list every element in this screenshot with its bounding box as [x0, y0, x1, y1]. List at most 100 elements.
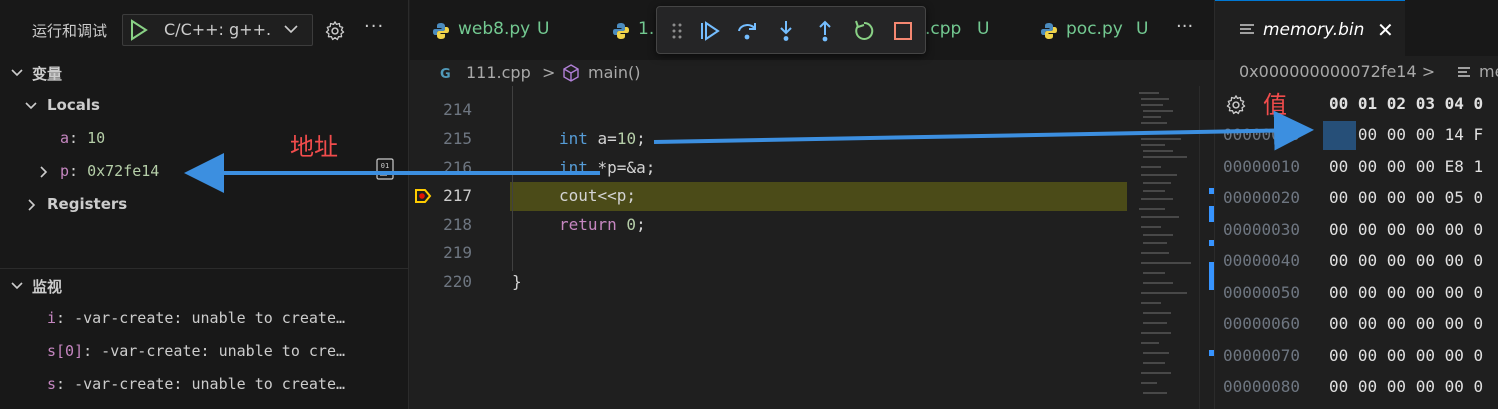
gear-icon[interactable]	[1225, 94, 1247, 116]
memory-tab-strip: memory.bin ✕	[1215, 0, 1498, 56]
watch-expression-name: i	[47, 309, 57, 327]
variable-row[interactable]: p: 0x72fe14	[0, 158, 409, 186]
ruler-mark	[1209, 262, 1214, 290]
tab-web8-py[interactable]: web8.py U	[410, 0, 590, 60]
memory-row[interactable]: 00000050 00 00 00 00 00 0	[1215, 278, 1498, 308]
drag-handle-icon[interactable]	[671, 19, 683, 43]
python-file-icon	[1041, 23, 1057, 39]
tab-cpp-file[interactable]: .cpp U	[925, 0, 1015, 60]
tab-label: poc.py	[1066, 19, 1123, 39]
step-over-icon[interactable]	[735, 19, 759, 43]
view-binary-data-icon[interactable]: 01	[376, 158, 394, 180]
code-line[interactable]: 216 int *p=&a;	[410, 154, 1140, 183]
chevron-down-icon	[11, 69, 23, 77]
code-token: return	[559, 215, 617, 234]
memory-row-address: 00000060	[1223, 314, 1301, 333]
memory-row[interactable]: 00000020 00 00 00 00 05 0	[1215, 183, 1498, 213]
memory-row-address: 00000080	[1223, 377, 1301, 396]
watch-section-header[interactable]: 监视	[0, 273, 409, 299]
minimap[interactable]	[1135, 86, 1197, 409]
vertical-scrollbar[interactable]	[1199, 86, 1213, 409]
memory-row-bytes: 00 00 00 00 00 0	[1329, 283, 1484, 302]
code-token: 0	[616, 215, 637, 234]
variable-separator: :	[69, 162, 88, 180]
more-actions-icon[interactable]: ···	[1176, 16, 1193, 37]
tab-label: web8.py	[458, 19, 531, 39]
breadcrumb: G 111.cpp > main()	[410, 60, 1214, 86]
memory-breadcrumb-address[interactable]: 0x000000000072fe14 >	[1239, 62, 1435, 81]
memory-row[interactable]: 00000030 00 00 00 00 00 0	[1215, 215, 1498, 245]
variable-row[interactable]: a: 10	[0, 125, 409, 153]
memory-row-address: 00000030	[1223, 220, 1301, 239]
memory-row-address: 00000050	[1223, 283, 1301, 302]
code-line[interactable]: 215 int a=10;	[410, 125, 1140, 154]
restart-icon[interactable]	[852, 19, 876, 43]
stop-icon[interactable]	[891, 19, 915, 43]
variable-name: a	[60, 129, 70, 147]
memory-breadcrumb-next[interactable]: me	[1479, 62, 1498, 81]
start-debugging-icon[interactable]	[124, 16, 152, 44]
tree-node-registers[interactable]: Registers	[0, 191, 409, 219]
memory-column-header: 00 01 02 03 04 0	[1329, 94, 1484, 113]
gear-icon[interactable]	[324, 20, 346, 42]
tab-label: memory.bin	[1263, 20, 1365, 40]
code-line[interactable]: 218 return 0;	[410, 211, 1140, 240]
memory-row[interactable]: 00000040 00 00 00 00 00 0	[1215, 246, 1498, 276]
svg-text:G: G	[440, 67, 451, 81]
code-line[interactable]: 220 }	[410, 268, 1140, 297]
address-annotation: 地址	[290, 133, 338, 161]
continue-icon[interactable]	[697, 19, 721, 43]
tree-node-locals[interactable]: Locals	[0, 92, 409, 120]
symbol-method-icon	[563, 64, 579, 82]
variables-section-header[interactable]: 变量	[0, 60, 409, 86]
chevron-down-icon	[25, 102, 37, 110]
code-line[interactable]: 214	[410, 96, 1140, 125]
variable-name: p	[60, 162, 70, 180]
watch-expression-row[interactable]: i: -var-create: unable to create…	[0, 305, 409, 333]
cpp-file-icon: G	[440, 67, 451, 81]
memory-row[interactable]: 00000060 00 00 00 00 00 0	[1215, 309, 1498, 339]
breadcrumb-file[interactable]: 111.cpp	[466, 63, 531, 82]
chevron-right-icon	[28, 199, 36, 211]
watch-expression-value: : -var-create: unable to create…	[56, 375, 346, 393]
chevron-down-icon[interactable]	[282, 22, 300, 36]
value-annotation: 值	[1263, 91, 1287, 119]
run-debug-title: 运行和调试	[32, 22, 108, 40]
code-line[interactable]: 219	[410, 239, 1140, 268]
tab-label: 1.	[638, 19, 655, 39]
code-text: }	[512, 272, 522, 291]
code-text: cout<<p;	[559, 186, 637, 205]
step-out-icon[interactable]	[813, 19, 837, 43]
memory-row-address: 00000020	[1223, 188, 1301, 207]
watch-expression-row[interactable]: s[0]: -var-create: unable to cre…	[0, 338, 409, 366]
ruler-mark	[1209, 240, 1214, 246]
watch-expression-value: : -var-create: unable to cre…	[83, 342, 346, 360]
ruler-mark	[1209, 188, 1214, 194]
tab-poc-py[interactable]: poc.py U	[1018, 0, 1168, 60]
tab-memory-bin[interactable]: memory.bin ✕	[1215, 0, 1405, 56]
step-into-icon[interactable]	[774, 19, 798, 43]
code-token: int	[559, 158, 588, 177]
watch-expression-name: s	[47, 375, 57, 393]
breadcrumb-symbol[interactable]: main()	[588, 63, 640, 82]
code-area[interactable]: 214 215 int a=10; 216 int *p=&a; 217 cou…	[410, 86, 1214, 409]
code-text: return 0;	[559, 215, 646, 234]
launch-config-label[interactable]: C/C++: g++.	[164, 20, 271, 39]
untracked-badge: U	[1136, 19, 1149, 39]
close-icon[interactable]: ✕	[1377, 18, 1394, 42]
ruler-mark	[1209, 206, 1214, 222]
line-number: 214	[443, 100, 472, 119]
memory-row[interactable]: 00000080 00 00 00 00 00 0	[1215, 372, 1498, 402]
memory-row[interactable]: 00000010 00 00 00 00 E8 1	[1215, 152, 1498, 182]
memory-row-address: 00000040	[1223, 251, 1301, 270]
watch-expression-row[interactable]: s: -var-create: unable to create…	[0, 371, 409, 399]
code-line-current[interactable]: 217 cout<<p;	[410, 182, 1140, 211]
selected-byte-highlight[interactable]	[1323, 121, 1356, 150]
python-file-icon	[433, 23, 449, 39]
debug-sidebar: 运行和调试 C/C++: g++. ··· 变量 Locals a: 10 p:…	[0, 0, 409, 409]
memory-row[interactable]: 00000000 0A 00 00 00 14 F	[1215, 120, 1498, 150]
code-editor: web8.py U 1. .cpp U poc.py U ··· G 111.c…	[410, 0, 1214, 409]
more-actions-icon[interactable]: ···	[364, 16, 384, 37]
memory-row[interactable]: 00000070 00 00 00 00 00 0	[1215, 341, 1498, 371]
code-token: 10	[616, 129, 637, 148]
